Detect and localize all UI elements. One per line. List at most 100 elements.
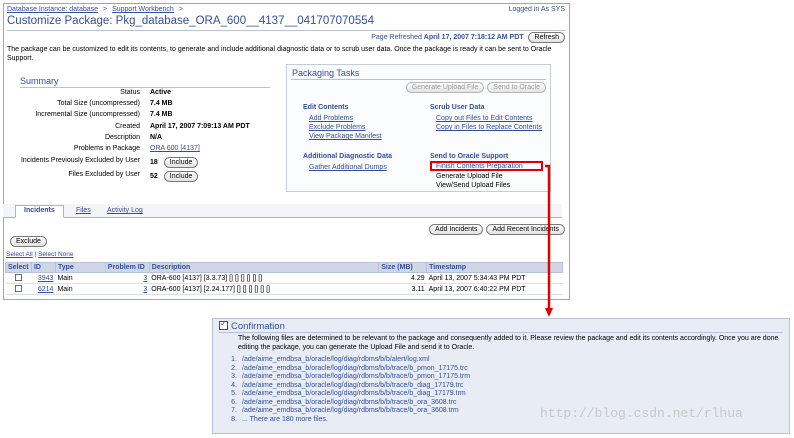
summary-label: Total Size (uncompressed) [57,100,140,107]
incident-type: Main [55,272,106,284]
col-timestamp[interactable]: Timestamp [426,262,563,273]
include-files-button[interactable]: Include [163,171,199,182]
file-path: /ade/aime_emdbsa_b/oracle/log/diag/rdbms… [242,398,457,406]
select-links: Select All | Select None [6,251,74,258]
more-files-note: ... There are 180 more files. [242,415,328,423]
add-incidents-button[interactable]: Add Incidents [429,224,484,235]
list-item: 1./ade/aime_emdbsa_b/oracle/log/diag/rdb… [231,356,430,363]
col-id[interactable]: ID [30,262,56,273]
send-to-oracle-button[interactable]: Send to Oracle [487,82,546,93]
incident-id-link[interactable]: 6214 [38,286,54,293]
tab-files[interactable]: Files [68,206,99,215]
incident-description: ORA-600 [4137] [3.3.73] [] [] [] [] [] [… [149,272,379,284]
packaging-tasks-title: Packaging Tasks [292,68,360,78]
generate-upload-file-button[interactable]: Generate Upload File [405,82,485,93]
summary-row-created: Created April 17, 2007 7:09:13 AM PDT [0,123,300,133]
problem-id-link[interactable]: 3 [143,286,147,293]
summary-value: 7.4 MB [150,100,173,107]
confirmation-message: The following files are determined to be… [238,335,779,351]
col-type[interactable]: Type [54,262,106,273]
summary-row-files-excluded: Files Excluded by User 52 Include [0,171,300,182]
summary-label: Files Excluded by User [68,171,140,178]
additional-diagnostic-heading: Additional Diagnostic Data [303,153,393,160]
list-item: 6./ade/aime_emdbsa_b/oracle/log/diag/rdb… [231,398,457,406]
add-problems-link[interactable]: Add Problems [309,115,353,122]
breadcrumb-separator: > [178,6,183,13]
view-package-manifest-link[interactable]: View Package Manifest [309,133,382,140]
table-row: 6214 Main 3 ORA-600 [4137] [2.24.177] []… [5,283,563,295]
incident-id-link[interactable]: 3943 [38,275,54,282]
incident-size: 3.11 [378,283,427,295]
package-description: The package can be customized to edit it… [7,46,552,62]
breadcrumb-support-workbench[interactable]: Support Workbench [112,6,174,13]
summary-row-total-size: Total Size (uncompressed) 7.4 MB [0,100,300,110]
logged-in-label: Logged in As SYS [508,6,565,13]
list-item: 8.... There are 180 more files. [231,415,328,423]
col-description[interactable]: Description [148,262,380,273]
col-problem-id[interactable]: Problem ID [104,262,150,273]
incident-size: 4.29 [378,272,427,284]
file-path: /ade/aime_emdbsa_b/oracle/log/diag/rdbms… [242,381,464,389]
summary-label: Description [104,134,140,141]
summary-label: Status [120,89,140,96]
exclude-problems-link[interactable]: Exclude Problems [309,124,365,131]
send-to-oracle-support-heading: Send to Oracle Support [430,153,509,160]
breadcrumb: Database Instance: database > Support Wo… [7,6,186,13]
summary-value: 18 Include [150,157,199,168]
gather-additional-dumps-link[interactable]: Gather Additional Dumps [309,164,387,171]
confirmation-divider [219,332,783,333]
select-divider: | [34,251,37,258]
list-item: 7./ade/aime_emdbsa_b/oracle/log/diag/rdb… [231,407,459,414]
generate-upload-file-item: Generate Upload File [436,173,503,180]
summary-row-description: Description N/A [0,134,300,144]
title-divider [7,30,566,31]
list-item: 5./ade/aime_emdbsa_b/oracle/log/diag/rdb… [231,390,466,397]
summary-title: Summary [20,76,59,86]
copy-out-files-link[interactable]: Copy out Files to Edit Contents [436,115,533,122]
summary-value: Active [150,89,172,96]
select-none-link[interactable]: Select None [38,251,73,258]
include-incidents-button[interactable]: Include [163,157,199,168]
confirmation-file-list: 1./ade/aime_emdbsa_b/oracle/log/diag/rdb… [225,356,470,424]
summary-row-problems: Problems in Package ORA 600 [4137] [0,145,300,155]
summary-row-incremental-size: Incremental Size (uncompressed) 7.4 MB [0,111,300,121]
table-header-row: Select ID Type Problem ID Description Si… [5,262,563,273]
exclude-button[interactable]: Exclude [10,236,47,247]
table-action-buttons: Add Incidents Add Recent Incidents [426,224,565,235]
file-path: /ade/aime_emdbsa_b/oracle/log/diag/rdbms… [242,356,430,363]
summary-value: N/A [150,134,163,141]
refresh-button[interactable]: Refresh [528,32,565,43]
page-title: Customize Package: Pkg_database_ORA_600_… [7,15,375,27]
refreshed-label: Page Refreshed [371,34,422,41]
file-path: /ade/aime_emdbsa_b/oracle/log/diag/rdbms… [242,373,471,380]
tab-activity-log[interactable]: Activity Log [99,206,151,215]
view-send-upload-files-item: View/Send Upload Files [436,182,511,189]
incident-timestamp: April 13, 2007 6:40:22 PM PDT [426,283,563,295]
breadcrumb-database-instance[interactable]: Database Instance: database [7,6,98,13]
page-refreshed: Page Refreshed April 17, 2007 7:18:12 AM… [371,32,565,43]
confirmation-title-text: Confirmation [231,321,285,332]
summary-value: 7.4 MB [150,111,173,118]
summary-row-status: Status Active [0,89,300,99]
file-path: /ade/aime_emdbsa_b/oracle/log/diag/rdbms… [242,407,459,414]
list-item: 2./ade/aime_emdbsa_b/oracle/log/diag/rdb… [231,364,468,372]
problem-link[interactable]: ORA 600 [4137] [150,145,200,152]
incident-description: ORA-600 [4137] [2.24.177] [] [] [] [] []… [149,283,379,295]
tab-incidents[interactable]: Incidents [15,205,64,218]
summary-label: Created [115,123,140,130]
tab-bar: Incidents Files Activity Log [3,204,562,218]
file-path: /ade/aime_emdbsa_b/oracle/log/diag/rdbms… [242,390,466,397]
table-row: 3943 Main 3 ORA-600 [4137] [3.3.73] [] [… [5,272,563,284]
copy-in-files-link[interactable]: Copy in Files to Replace Contents [436,124,542,131]
problem-id-link[interactable]: 3 [143,275,147,282]
incidents-excluded-count: 18 [150,159,158,166]
select-all-link[interactable]: Select All [6,251,33,258]
col-select: Select [5,262,32,273]
row-checkbox[interactable] [14,285,22,293]
summary-row-incidents-excluded: Incidents Previously Excluded by User 18… [0,157,300,168]
row-checkbox[interactable] [14,274,22,282]
add-recent-incidents-button[interactable]: Add Recent Incidents [486,224,565,235]
col-size[interactable]: Size (MB) [378,262,428,273]
refreshed-time: April 17, 2007 7:18:12 AM PDT [423,34,524,41]
watermark: http://blog.csdn.net/rlhua [540,406,743,421]
